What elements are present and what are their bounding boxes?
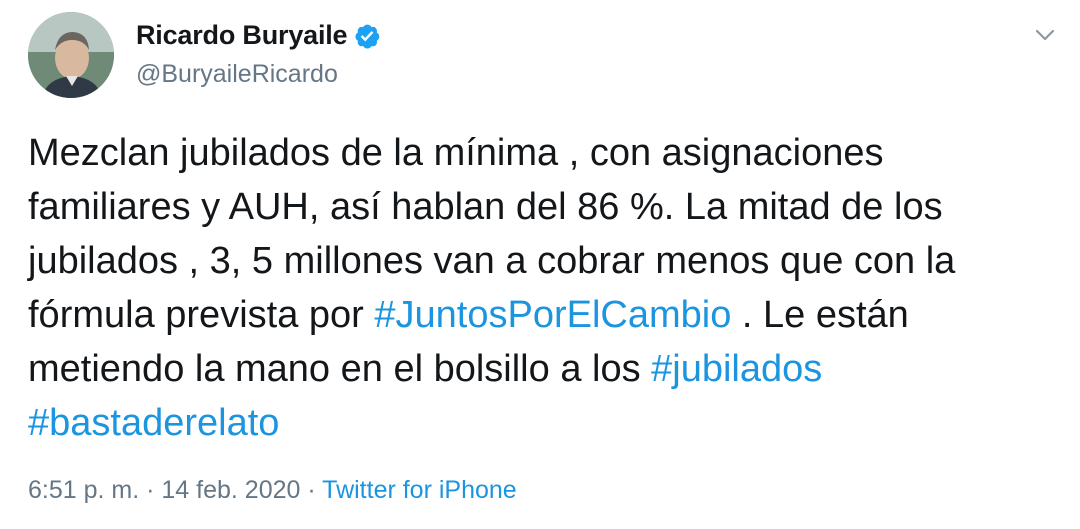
chevron-down-icon[interactable] xyxy=(1032,22,1058,48)
author-display-name[interactable]: Ricardo Buryaile xyxy=(136,20,348,51)
tweet-card: Ricardo Buryaile @BuryaileRicardo Mezcla… xyxy=(0,0,1080,529)
tweet-metadata: 6:51 p. m. · 14 feb. 2020 · Twitter for … xyxy=(28,476,517,505)
tweet-text-line: metiendo la mano en el bolsillo a los #j… xyxy=(28,342,1058,396)
meta-separator: · xyxy=(139,476,162,504)
avatar-photo xyxy=(28,12,114,98)
tweet-text-line: jubilados , 3, 5 millones van a cobrar m… xyxy=(28,234,1058,288)
hashtag-link[interactable]: #jubilados xyxy=(651,348,822,390)
tweet-text-line: familiares y AUH, así hablan del 86 %. L… xyxy=(28,180,1058,234)
tweet-text-segment: Mezclan jubilados de la mínima , con asi… xyxy=(28,132,884,174)
meta-separator: · xyxy=(300,476,323,504)
tweet-source-link[interactable]: Twitter for iPhone xyxy=(322,476,517,504)
tweet-text-line: Mezclan jubilados de la mínima , con asi… xyxy=(28,126,1058,180)
avatar[interactable] xyxy=(28,12,114,98)
tweet-time[interactable]: 6:51 p. m. xyxy=(28,476,139,504)
tweet-text: Mezclan jubilados de la mínima , con asi… xyxy=(28,126,1058,450)
hashtag-link[interactable]: #bastaderelato xyxy=(28,402,279,444)
hashtag-link[interactable]: #JuntosPorElCambio xyxy=(374,294,731,336)
tweet-text-segment: . Le están xyxy=(731,294,909,336)
tweet-text-segment: familiares y AUH, así hablan del 86 %. L… xyxy=(28,186,943,228)
tweet-text-segment: jubilados , 3, 5 millones van a cobrar m… xyxy=(28,240,956,282)
tweet-text-segment: fórmula prevista por xyxy=(28,294,375,336)
tweet-text-line: fórmula prevista por #JuntosPorElCambio … xyxy=(28,288,1058,342)
tweet-date[interactable]: 14 feb. 2020 xyxy=(161,476,300,504)
tweet-text-line: #bastaderelato xyxy=(28,396,1058,450)
author-handle[interactable]: @BuryaileRicardo xyxy=(136,60,338,89)
tweet-text-segment: metiendo la mano en el bolsillo a los xyxy=(28,348,652,390)
verified-badge-icon xyxy=(353,22,381,50)
author-row: Ricardo Buryaile xyxy=(136,20,381,51)
